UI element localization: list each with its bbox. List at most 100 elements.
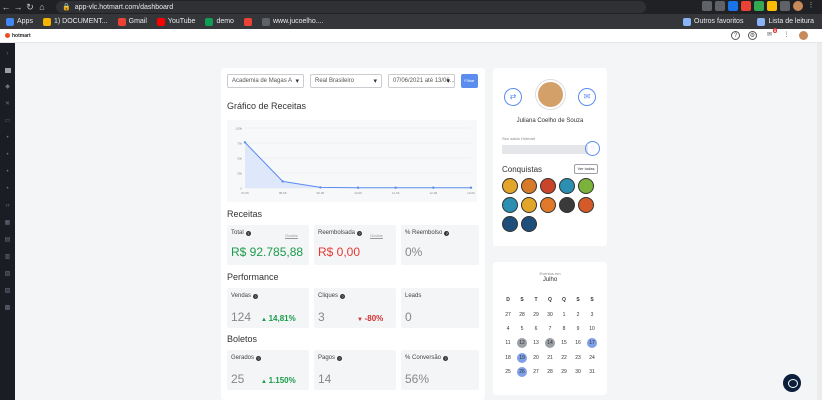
calendar-day[interactable]: 13 bbox=[529, 336, 543, 350]
calendar-day[interactable]: 5 bbox=[515, 322, 529, 336]
achievement-badge[interactable] bbox=[578, 197, 594, 213]
calendar-day[interactable]: 16 bbox=[571, 336, 585, 350]
reembolsada-hide-link[interactable]: Ocultar bbox=[370, 233, 383, 238]
settings-icon[interactable]: ⚙ bbox=[748, 31, 757, 40]
bookmark-item[interactable] bbox=[243, 17, 252, 26]
sales-icon[interactable]: ▥ bbox=[5, 254, 11, 260]
total-hide-link[interactable]: Ocultar bbox=[285, 233, 298, 238]
forward-icon[interactable]: → bbox=[12, 2, 24, 12]
back-icon[interactable]: ← bbox=[0, 2, 12, 12]
calendar-day[interactable]: 30 bbox=[543, 307, 557, 321]
reading-list[interactable]: Lista de leitura bbox=[757, 17, 814, 26]
calendar-day[interactable]: 8 bbox=[557, 322, 571, 336]
calendar-day[interactable]: 23 bbox=[571, 351, 585, 365]
achievement-badge[interactable] bbox=[521, 197, 537, 213]
calendar-day[interactable]: 2 bbox=[571, 307, 585, 321]
calendar-day[interactable]: 31 bbox=[585, 365, 599, 379]
calendar-day[interactable]: 27 bbox=[501, 307, 515, 321]
chart-point[interactable] bbox=[356, 186, 360, 189]
chat-launcher-button[interactable] bbox=[783, 374, 801, 392]
finance-icon[interactable]: ▨ bbox=[5, 288, 11, 294]
calendar-day[interactable]: 27 bbox=[529, 365, 543, 379]
extension-4-icon[interactable] bbox=[767, 1, 777, 11]
bookmark-item[interactable]: Apps bbox=[6, 17, 33, 26]
product-select[interactable]: Academia de Magas A bbox=[227, 74, 304, 88]
hotmart-logo[interactable]: hotmart bbox=[5, 33, 31, 39]
info-icon[interactable]: ? bbox=[444, 230, 450, 236]
see-all-button[interactable]: Ver todas bbox=[574, 164, 598, 174]
currency-select[interactable]: Real Brasileiro bbox=[310, 74, 382, 88]
achievement-badge[interactable] bbox=[502, 197, 518, 213]
reload-icon[interactable]: ↻ bbox=[24, 2, 36, 13]
info-icon[interactable]: ? bbox=[443, 355, 449, 361]
chart-point[interactable] bbox=[243, 141, 247, 144]
calendar-day[interactable]: 24 bbox=[585, 351, 599, 365]
apps-grid-icon[interactable]: ⋮ bbox=[782, 31, 791, 40]
info-icon[interactable]: ? bbox=[340, 293, 346, 299]
profile-photo[interactable] bbox=[536, 80, 565, 109]
bookmark-item[interactable]: Gmail bbox=[117, 17, 147, 26]
calendar-day[interactable]: 28 bbox=[515, 307, 529, 321]
marketing-icon[interactable]: ▧ bbox=[5, 271, 11, 277]
info-icon[interactable]: ? bbox=[253, 293, 259, 299]
other-bookmarks-folder[interactable]: Outros favoritos bbox=[683, 17, 743, 26]
profile-avatar-icon[interactable] bbox=[793, 1, 803, 11]
user-avatar[interactable] bbox=[799, 31, 808, 40]
calendar-day[interactable]: 21 bbox=[543, 351, 557, 365]
chart-point[interactable] bbox=[469, 186, 473, 189]
calendar-day[interactable]: 3 bbox=[585, 307, 599, 321]
cart-icon[interactable]: ▭ bbox=[5, 118, 11, 124]
notifications-icon[interactable]: ✉ 3 bbox=[765, 28, 777, 40]
calendar-day[interactable]: 4 bbox=[501, 322, 515, 336]
calendar-day[interactable]: 7 bbox=[543, 322, 557, 336]
achievement-badge[interactable] bbox=[540, 178, 556, 194]
nav-dot-1-icon[interactable]: • bbox=[5, 135, 11, 141]
bookmark-star-icon[interactable] bbox=[715, 1, 725, 11]
messages-icon[interactable]: ✉ bbox=[578, 88, 596, 106]
nav-dot-2-icon[interactable]: • bbox=[5, 152, 11, 158]
info-icon[interactable]: ? bbox=[245, 230, 251, 236]
puzzle-icon[interactable] bbox=[780, 1, 790, 11]
calendar-day[interactable]: 12 bbox=[515, 336, 529, 350]
achievement-badge[interactable] bbox=[521, 178, 537, 194]
code-icon[interactable]: ‹› bbox=[5, 203, 11, 209]
nav-dot-4-icon[interactable]: • bbox=[5, 186, 11, 192]
calendar-day[interactable]: 11 bbox=[501, 336, 515, 350]
reports-icon[interactable]: ▦ bbox=[5, 220, 11, 226]
team-icon[interactable]: ▩ bbox=[5, 305, 11, 311]
calendar-day[interactable]: 1 bbox=[557, 307, 571, 321]
products-icon[interactable]: ◆ bbox=[5, 84, 11, 90]
calendar-day[interactable]: 15 bbox=[557, 336, 571, 350]
achievement-badge[interactable] bbox=[502, 178, 518, 194]
achievement-badge[interactable] bbox=[578, 178, 594, 194]
bookmark-item[interactable]: 1) DOCUMENT... bbox=[42, 17, 108, 26]
calendar-day[interactable]: 29 bbox=[557, 365, 571, 379]
kebab-menu-icon[interactable]: ⋮ bbox=[806, 1, 816, 11]
chart-point[interactable] bbox=[319, 186, 322, 189]
calendar-day[interactable]: 25 bbox=[501, 365, 515, 379]
address-bar[interactable]: 🔒 app-vlc.hotmart.com/dashboard bbox=[56, 1, 646, 13]
calendar-day[interactable]: 6 bbox=[529, 322, 543, 336]
calendar-day[interactable]: 20 bbox=[529, 351, 543, 365]
calendar-day[interactable]: 9 bbox=[571, 322, 585, 336]
extension-2-icon[interactable] bbox=[741, 1, 751, 11]
extension-3-icon[interactable] bbox=[754, 1, 764, 11]
bookmark-item[interactable]: demo bbox=[205, 17, 234, 26]
toggle-balance-visibility-icon[interactable]: ◌ bbox=[585, 141, 600, 156]
calendar-day[interactable]: 10 bbox=[585, 322, 599, 336]
achievement-badge[interactable] bbox=[559, 178, 575, 194]
dashboard-icon[interactable] bbox=[4, 68, 11, 73]
achievement-badge[interactable] bbox=[521, 216, 537, 232]
calendar-day[interactable]: 30 bbox=[571, 365, 585, 379]
info-icon[interactable]: ? bbox=[256, 355, 262, 361]
achievement-badge[interactable] bbox=[559, 197, 575, 213]
calendar-day[interactable]: 17 bbox=[585, 336, 599, 350]
help-icon[interactable]: ? bbox=[731, 31, 740, 40]
achievement-badge[interactable] bbox=[502, 216, 518, 232]
extension-1-icon[interactable] bbox=[728, 1, 738, 11]
bookmark-item[interactable]: YouTube bbox=[156, 17, 195, 26]
page-scrollbar[interactable] bbox=[817, 43, 822, 400]
calendar-day[interactable]: 26 bbox=[515, 365, 529, 379]
achievement-badge[interactable] bbox=[540, 197, 556, 213]
date-range-input[interactable]: 07/06/2021 até 13/06... bbox=[388, 74, 455, 88]
